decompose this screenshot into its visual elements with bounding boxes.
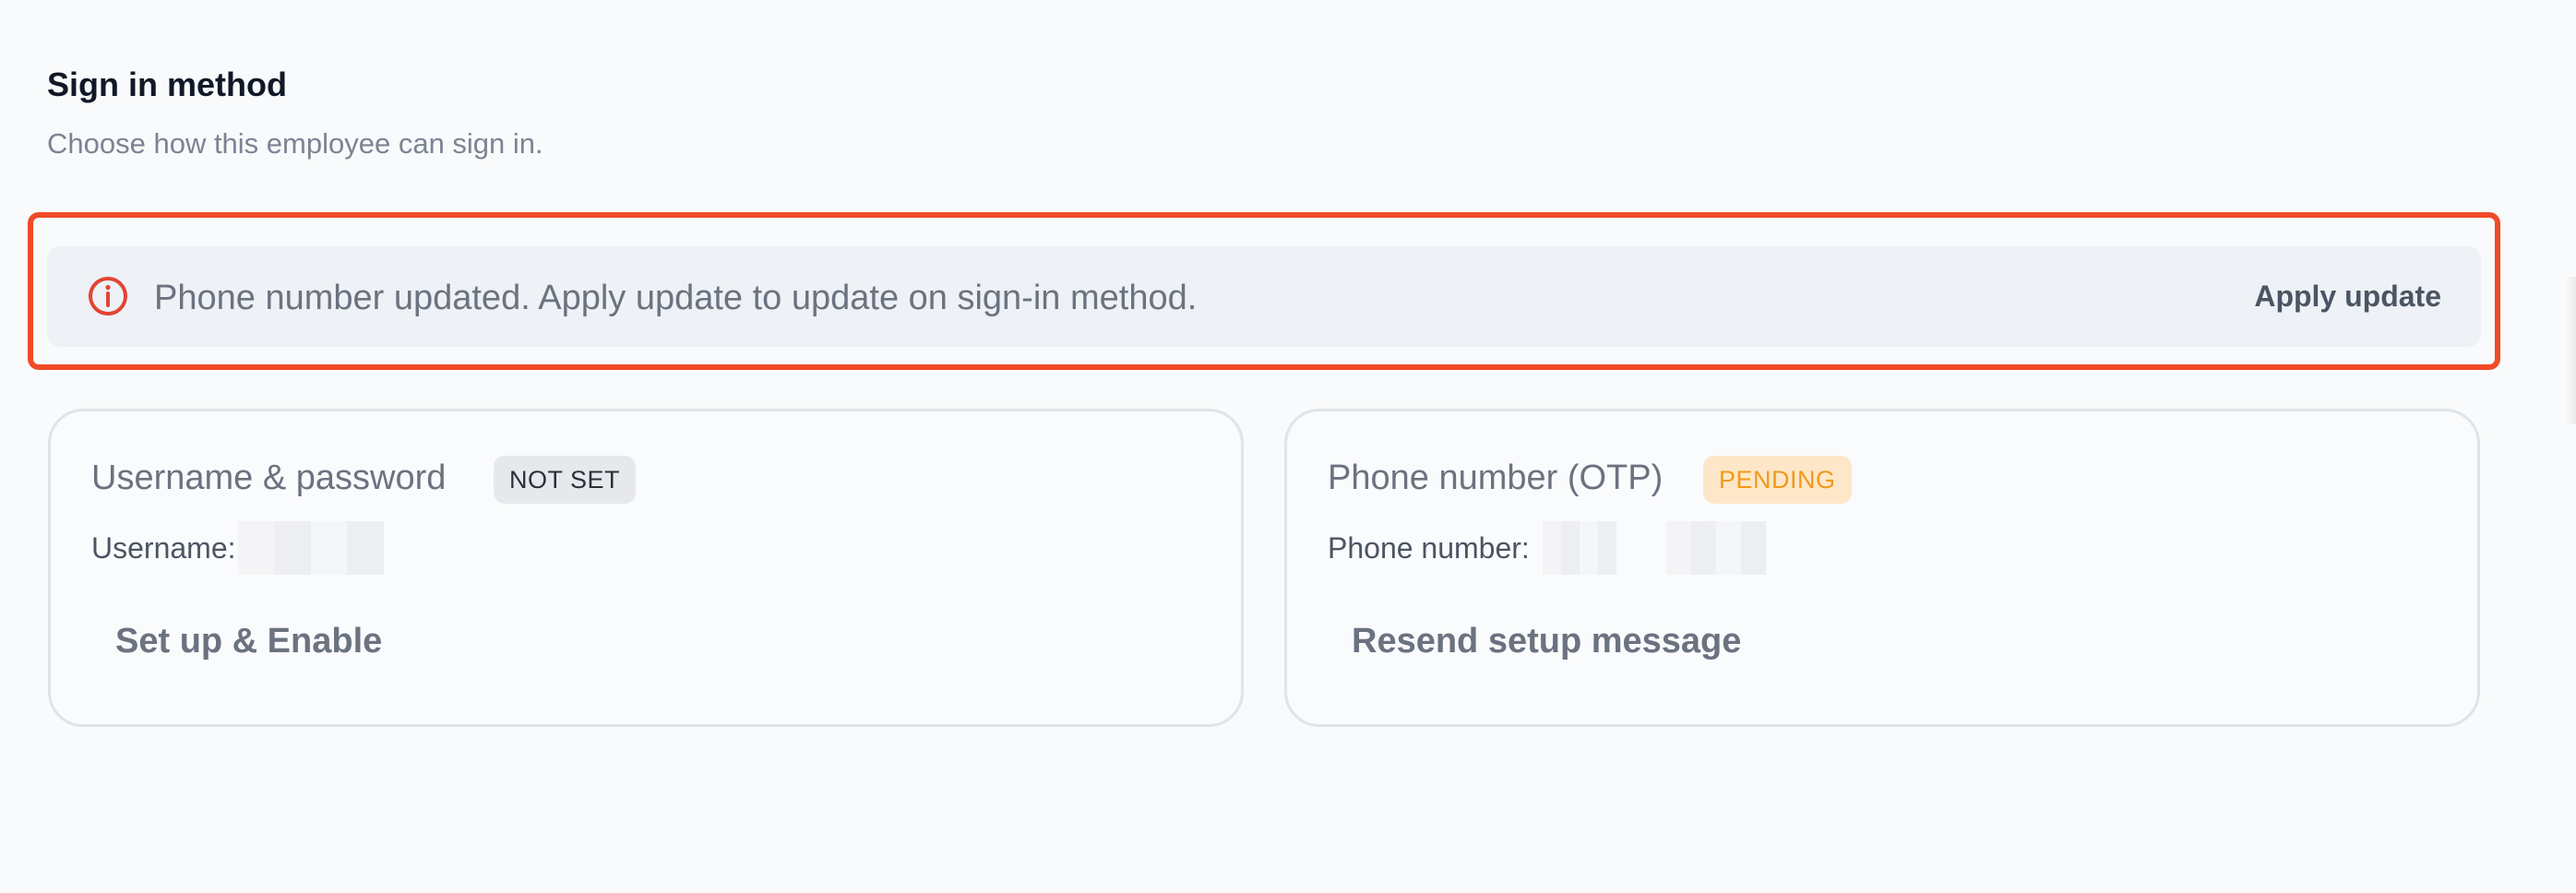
phone-number-redacted-part-2 — [1665, 521, 1766, 575]
card-title: Username & password — [91, 458, 447, 497]
info-circle-icon — [86, 274, 130, 318]
resend-setup-message-button[interactable]: Resend setup message — [1352, 620, 1741, 662]
username-label: Username: — [91, 530, 236, 565]
apply-update-button[interactable]: Apply update — [2254, 274, 2441, 318]
right-edge-shadow — [2565, 277, 2576, 424]
status-badge: PENDING — [1703, 456, 1852, 504]
phone-update-alert: Phone number updated. Apply update to up… — [47, 246, 2481, 347]
username-field-row: Username: — [91, 520, 384, 576]
alert-message: Phone number updated. Apply update to up… — [154, 279, 1198, 317]
status-badge: NOT SET — [494, 456, 637, 504]
section-title: Sign in method — [47, 65, 287, 103]
section-subtitle: Choose how this employee can sign in. — [47, 127, 543, 160]
card-title: Phone number (OTP) — [1328, 458, 1664, 497]
username-password-card: Username & password NOT SET Username: Se… — [48, 409, 1244, 727]
sign-in-method-page: Sign in method Choose how this employee … — [0, 0, 2576, 893]
phone-number-field-row: Phone number: — [1328, 520, 1766, 576]
phone-number-label: Phone number: — [1328, 530, 1530, 565]
phone-number-redacted-part-1 — [1542, 521, 1616, 575]
phone-otp-card: Phone number (OTP) PENDING Phone number:… — [1284, 409, 2480, 727]
username-redacted-value — [237, 521, 384, 575]
set-up-enable-button[interactable]: Set up & Enable — [115, 620, 382, 662]
